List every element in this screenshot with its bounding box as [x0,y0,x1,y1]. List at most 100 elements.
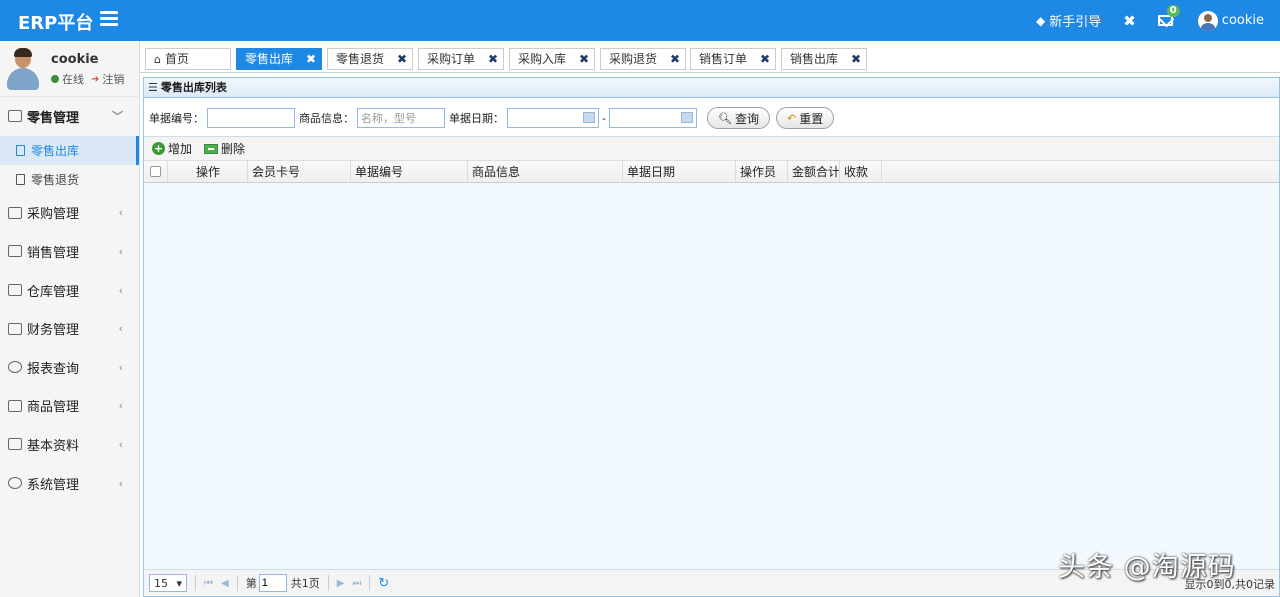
divider [327,575,329,591]
close-icon[interactable]: ✖ [670,49,680,69]
sidebar-item-label: 商品管理 [27,400,80,416]
close-icon[interactable]: ✖ [579,49,589,69]
main-panel: ☰ 零售出库列表 单据编号： 商品信息： 单据日期： - 🔍︎ 查询 ↶ 重置 … [143,77,1280,597]
refresh-icon[interactable]: ↻ [378,576,389,591]
sidebar-item-finance[interactable]: 财务管理 ‹ [0,309,139,348]
sidebar-item-purchase[interactable]: 采购管理 ‹ [0,194,139,233]
brand-logo[interactable]: ERP平台 [18,9,93,35]
sidebar-subitem-retail-out[interactable]: 零售出库 [0,135,139,165]
add-button[interactable]: + 增加 [152,140,192,157]
fullscreen-button[interactable]: ✖ [1123,12,1136,30]
profile-status: 在线 ➜ 注销 [51,71,124,87]
prev-page-icon[interactable]: ◀ [221,578,229,589]
divider [195,575,196,591]
tab-bar: ⌂ 首页 零售出库 ✖ 零售退货 ✖ 采购订单 ✖ 采购入库 ✖ 采购退货 ✖ 销… [140,41,1280,73]
sidebar-subitem-retail-return[interactable]: 零售退货 [0,165,139,194]
page-size-select[interactable]: 15 ▾ [149,574,187,592]
top-bar: ERP平台 ◆ 新手引导 ✖ 0 cookie [0,0,1280,41]
select-all-checkbox[interactable] [150,166,161,177]
logout-icon[interactable]: ➜ [91,74,99,85]
logout-link[interactable]: 注销 [102,71,124,87]
grid-header: 操作 会员卡号 单据编号 商品信息 单据日期 操作员 金额合计 收款 [144,160,1279,183]
reset-label: 重置 [799,111,824,126]
tab-label: 零售退货 [336,52,385,66]
tab-sales-order[interactable]: 销售订单 ✖ [690,48,776,70]
reset-button[interactable]: ↶ 重置 [775,107,835,129]
chevron-left-icon: ‹ [118,360,123,374]
last-page-icon[interactable]: ⏭ [352,578,361,589]
profile-name: cookie [51,52,99,67]
doc-no-input[interactable] [207,108,295,128]
mail-badge: 0 [1166,4,1180,17]
panel-header: ☰ 零售出库列表 [144,78,1279,98]
calendar-icon[interactable] [680,112,693,123]
column-header[interactable]: 单据日期 [623,161,736,182]
diamond-icon: ◆ [1035,13,1046,28]
query-button[interactable]: 🔍︎ 查询 [706,107,770,129]
briefcase-icon [8,245,22,258]
top-right-area: ◆ 新手引导 ✖ 0 cookie [1036,0,1264,41]
sidebar: cookie 在线 ➜ 注销 零售管理 ﹀ 零售出库 零售退货 采购管理 ‹ 销… [0,41,140,597]
profile-panel: cookie 在线 ➜ 注销 [0,41,139,97]
user-avatar-icon [1197,10,1218,31]
close-icon[interactable]: ✖ [851,49,861,69]
user-menu[interactable]: cookie [1197,10,1264,31]
divider [369,575,371,591]
delete-button[interactable]: 删除 [204,140,245,157]
grid-icon [8,438,22,451]
sidebar-item-basic-data[interactable]: 基本资料 ‹ [0,425,139,464]
sidebar-item-retail[interactable]: 零售管理 ﹀ [0,97,139,136]
calendar-icon[interactable] [583,112,595,123]
tab-purchase-order[interactable]: 采购订单 ✖ [418,48,504,70]
divider [236,575,238,591]
tab-purchase-return[interactable]: 采购退货 ✖ [600,48,686,70]
tab-sales-out[interactable]: 销售出库 ✖ [781,48,867,70]
sidebar-item-label: 报表查询 [27,361,80,377]
page-number-input[interactable] [258,574,287,592]
page-total: 共1页 [290,577,320,590]
tab-home[interactable]: ⌂ 首页 [145,48,231,70]
column-header[interactable]: 单据编号 [351,161,468,182]
sidebar-item-sales[interactable]: 销售管理 ‹ [0,232,139,271]
tab-purchase-in[interactable]: 采购入库 ✖ [509,48,595,70]
expand-icon: ✖ [1123,11,1136,30]
sidebar-item-system[interactable]: 系统管理 ‹ [0,464,139,503]
column-header[interactable]: 商品信息 [468,161,623,182]
delete-icon [204,143,219,154]
column-header[interactable]: 收款 [840,161,882,182]
guide-label: 新手引导 [1049,15,1102,30]
column-header[interactable]: 操作 [168,161,248,182]
close-icon[interactable]: ✖ [397,49,407,69]
first-page-icon[interactable]: ⏮ [204,578,213,589]
select-all-cell[interactable] [144,161,168,182]
column-header[interactable]: 会员卡号 [248,161,351,182]
goods-input[interactable] [357,108,445,128]
column-header[interactable]: 金额合计 [788,161,840,182]
date-separator: - [602,111,606,125]
tab-label: 销售出库 [790,52,839,66]
sidebar-item-warehouse[interactable]: 仓库管理 ‹ [0,271,139,310]
close-icon[interactable]: ✖ [306,49,316,69]
sidebar-subitem-label: 零售退货 [31,172,80,187]
next-page-icon[interactable]: ▶ [337,578,345,589]
sidebar-item-reports[interactable]: 报表查询 ‹ [0,348,139,387]
tab-label: 首页 [164,52,189,66]
sidebar-subitem-label: 零售出库 [31,143,80,158]
menu-toggle-icon[interactable] [100,11,118,29]
tab-retail-return[interactable]: 零售退货 ✖ [327,48,413,70]
tab-retail-out[interactable]: 零售出库 ✖ [236,48,322,70]
start-date-field[interactable] [507,108,599,128]
column-header[interactable]: 操作员 [736,161,788,182]
close-icon[interactable]: ✖ [488,49,498,69]
close-icon[interactable]: ✖ [760,49,770,69]
end-date-field[interactable] [608,108,697,128]
sidebar-item-goods[interactable]: 商品管理 ‹ [0,387,139,426]
guide-link[interactable]: ◆ 新手引导 [1035,11,1102,31]
mail-button[interactable]: 0 [1157,4,1180,29]
list-icon: ☰ [148,81,158,94]
tab-label: 零售出库 [245,52,294,66]
search-icon: 🔍︎ [717,111,732,125]
sidebar-item-label: 采购管理 [27,207,80,223]
page-prefix: 第 [245,577,257,590]
chevron-down-icon: ﹀ [112,110,123,124]
